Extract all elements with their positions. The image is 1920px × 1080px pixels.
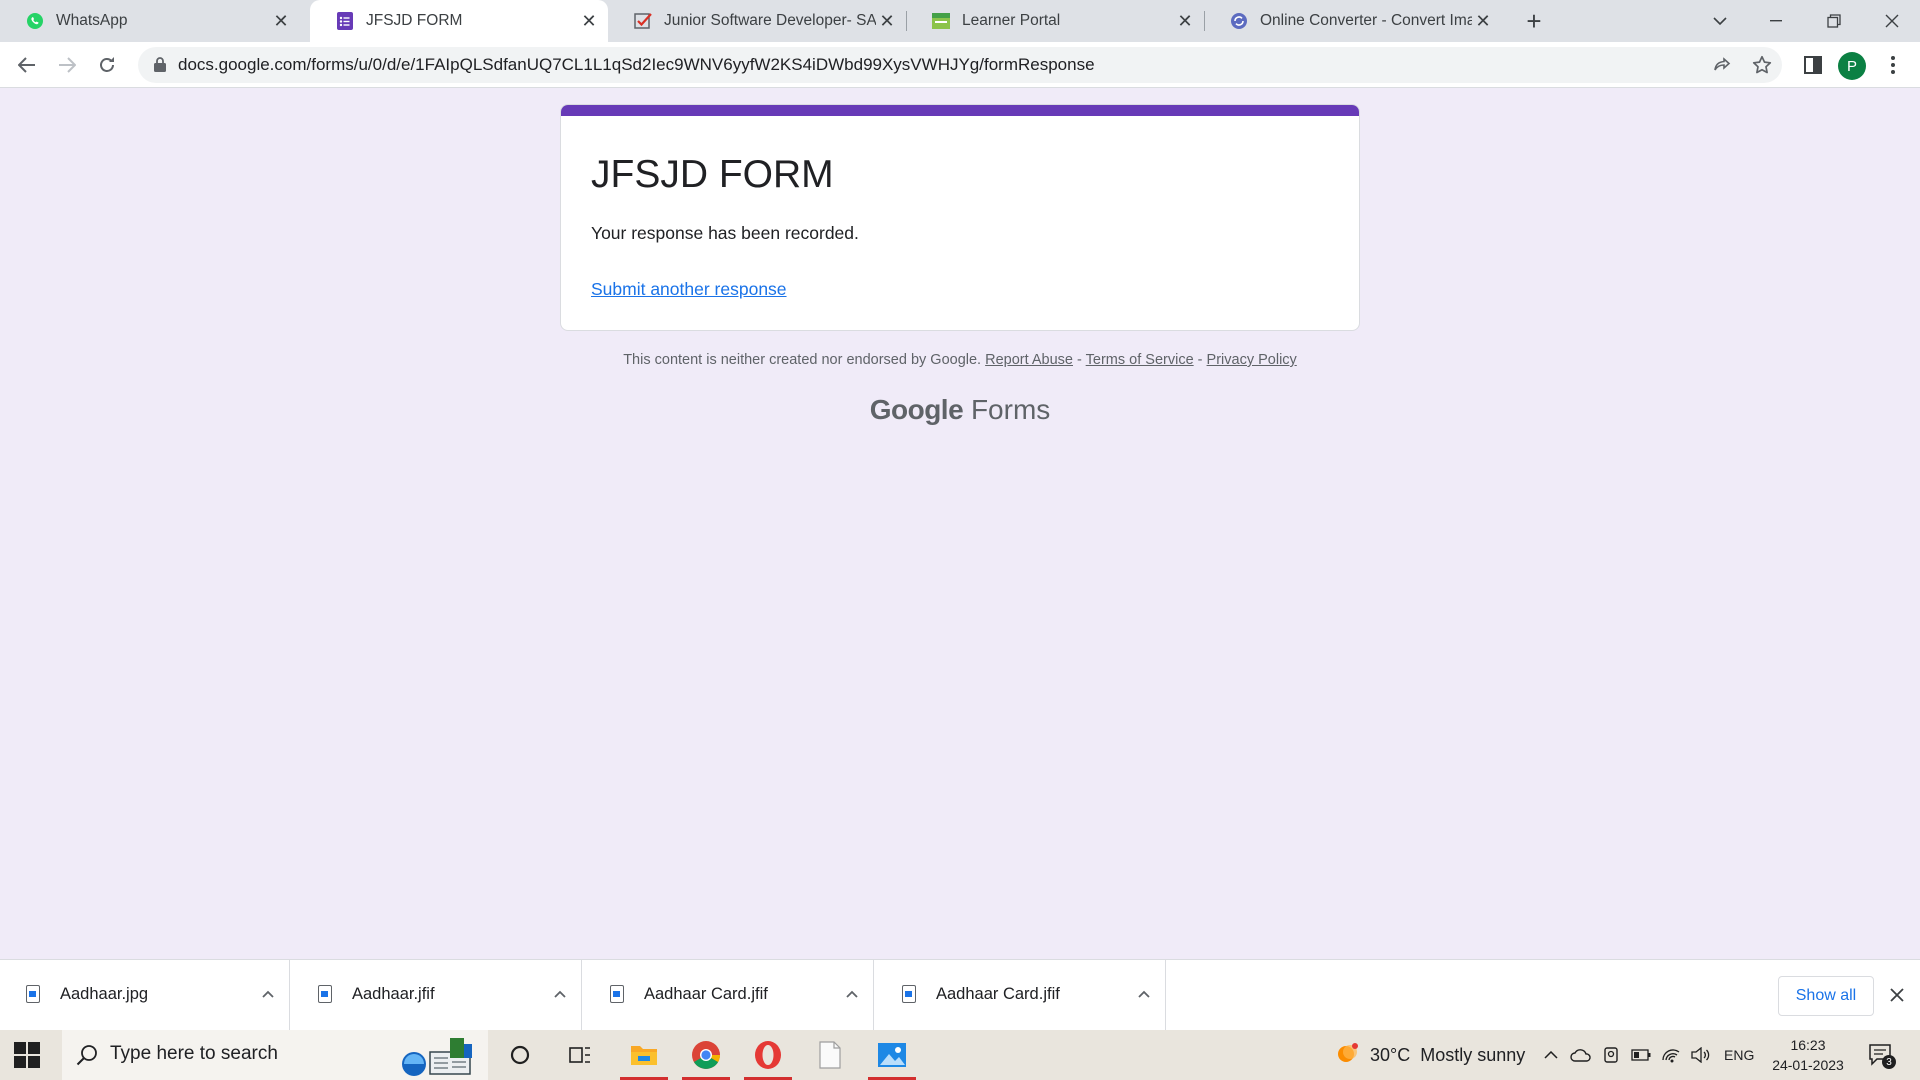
footer-separator: - xyxy=(1197,352,1203,368)
form-confirmation-card: JFSJD FORM Your response has been record… xyxy=(560,104,1360,331)
url-text[interactable]: docs.google.com/forms/u/0/d/e/1FAIpQLSdf… xyxy=(178,55,1095,75)
blank-document-icon[interactable] xyxy=(800,1030,860,1080)
reload-icon[interactable] xyxy=(92,50,122,80)
onedrive-cloud-icon[interactable] xyxy=(1570,1044,1592,1066)
share-icon[interactable] xyxy=(1710,53,1734,77)
image-file-icon xyxy=(902,985,916,1003)
tab-title: Learner Portal xyxy=(962,12,1061,29)
profile-avatar[interactable]: P xyxy=(1838,52,1866,80)
tab-title: WhatsApp xyxy=(56,12,128,29)
clock-date: 24-01-2023 xyxy=(1772,1057,1844,1073)
close-icon[interactable] xyxy=(1884,982,1910,1008)
download-item[interactable]: Aadhaar.jfif xyxy=(292,960,582,1031)
download-filename: Aadhaar Card.jfif xyxy=(936,985,1060,1003)
tab-online-converter[interactable]: Online Converter - Convert Imag ✕ xyxy=(1204,0,1502,42)
tab-strip: WhatsApp ✕ JFSJD FORM ✕ Junior Software … xyxy=(0,0,1920,42)
disclaimer-text: This content is neither created nor endo… xyxy=(623,352,982,368)
file-explorer-icon[interactable] xyxy=(614,1030,674,1080)
opera-icon[interactable] xyxy=(738,1030,798,1080)
windows-start-icon[interactable] xyxy=(14,1042,40,1068)
brand-forms: Forms xyxy=(970,394,1051,425)
forward-arrow-icon[interactable] xyxy=(52,50,82,80)
converter-icon xyxy=(1230,12,1248,30)
brand-google: Google xyxy=(869,394,964,425)
clock-time: 16:23 xyxy=(1790,1037,1826,1053)
address-bar[interactable]: docs.google.com/forms/u/0/d/e/1FAIpQLSdf… xyxy=(138,47,1782,83)
search-placeholder: Type here to search xyxy=(110,1043,278,1064)
download-shelf: Aadhaar.jpg Aadhaar.jfif Aadhaar Card.jf… xyxy=(0,959,1920,1031)
google-forms-icon xyxy=(336,12,354,30)
close-icon[interactable]: ✕ xyxy=(876,10,898,32)
chevron-up-icon[interactable] xyxy=(1540,1044,1562,1066)
tab-search-chevron-down-icon[interactable] xyxy=(1692,0,1748,42)
photos-icon[interactable] xyxy=(862,1030,922,1080)
wifi-icon[interactable] xyxy=(1660,1044,1682,1066)
weather-text[interactable]: 30°C Mostly sunny xyxy=(1370,1030,1525,1080)
download-filename: Aadhaar.jfif xyxy=(352,985,435,1003)
download-filename: Aadhaar Card.jfif xyxy=(644,985,768,1003)
new-tab-plus-icon[interactable]: + xyxy=(1520,6,1548,36)
notification-center-icon[interactable]: 3 xyxy=(1868,1043,1896,1069)
meet-now-icon[interactable] xyxy=(1600,1044,1622,1066)
search-icon xyxy=(76,1044,98,1071)
terms-of-service-link[interactable]: Terms of Service xyxy=(1086,352,1194,368)
tab-junior-software-developer[interactable]: Junior Software Developer- SAT ✕ xyxy=(608,0,906,42)
image-file-icon xyxy=(610,985,624,1003)
whatsapp-icon xyxy=(26,12,44,30)
download-filename: Aadhaar.jpg xyxy=(60,985,149,1003)
restore-icon[interactable] xyxy=(1806,0,1862,42)
weather-sun-icon[interactable] xyxy=(1332,1043,1360,1066)
image-file-icon xyxy=(26,985,40,1003)
footer-separator: - xyxy=(1077,352,1082,368)
task-view-icon[interactable] xyxy=(550,1030,610,1080)
tab-title: JFSJD FORM xyxy=(366,12,463,29)
taskbar-clock[interactable]: 16:23 24-01-2023 xyxy=(1764,1035,1852,1075)
image-file-icon xyxy=(318,985,332,1003)
close-icon[interactable]: ✕ xyxy=(1472,10,1494,32)
more-menu-icon[interactable] xyxy=(1880,52,1906,78)
form-header-bar xyxy=(561,105,1359,116)
portal-icon xyxy=(932,12,950,30)
tab-learner-portal[interactable]: Learner Portal ✕ xyxy=(906,0,1204,42)
chevron-up-icon[interactable] xyxy=(1132,982,1156,1006)
chrome-icon[interactable] xyxy=(676,1030,736,1080)
chevron-up-icon[interactable] xyxy=(840,982,864,1006)
bookmark-star-icon[interactable] xyxy=(1750,53,1774,77)
window-close-icon[interactable] xyxy=(1864,0,1920,42)
side-panel-icon[interactable] xyxy=(1800,52,1826,78)
close-icon[interactable]: ✕ xyxy=(1174,10,1196,32)
tab-jfsjd-form[interactable]: JFSJD FORM ✕ xyxy=(310,0,608,42)
notification-count-badge: 3 xyxy=(1882,1055,1896,1069)
close-icon[interactable]: ✕ xyxy=(270,10,292,32)
response-recorded-message: Your response has been recorded. xyxy=(591,223,859,243)
show-all-downloads-button[interactable]: Show all xyxy=(1778,976,1874,1016)
tab-title: Junior Software Developer- SAT xyxy=(664,12,876,29)
chevron-up-icon[interactable] xyxy=(256,982,280,1006)
close-icon[interactable]: ✕ xyxy=(578,10,600,32)
report-abuse-link[interactable]: Report Abuse xyxy=(985,352,1073,368)
google-forms-logo[interactable]: Google Forms xyxy=(560,394,1360,426)
lock-icon[interactable] xyxy=(154,57,166,77)
privacy-policy-link[interactable]: Privacy Policy xyxy=(1207,352,1297,368)
windows-taskbar: Type here to search 30°C Mostly sunny EN… xyxy=(0,1030,1920,1080)
cortana-icon[interactable] xyxy=(490,1030,550,1080)
checkmark-icon xyxy=(634,12,652,30)
download-item[interactable]: Aadhaar Card.jfif xyxy=(876,960,1166,1031)
submit-another-response-link[interactable]: Submit another response xyxy=(591,279,787,300)
search-highlight-illustration xyxy=(392,1034,488,1078)
browser-toolbar: docs.google.com/forms/u/0/d/e/1FAIpQLSdf… xyxy=(0,42,1920,88)
back-arrow-icon[interactable] xyxy=(12,50,42,80)
volume-icon[interactable] xyxy=(1690,1044,1712,1066)
footer-disclaimer: This content is neither created nor endo… xyxy=(560,352,1360,368)
battery-icon[interactable] xyxy=(1630,1044,1652,1066)
tab-title: Online Converter - Convert Imag xyxy=(1260,12,1472,29)
download-item[interactable]: Aadhaar.jpg xyxy=(0,960,290,1031)
minimize-icon[interactable] xyxy=(1748,0,1804,42)
language-indicator[interactable]: ENG xyxy=(1724,1030,1754,1080)
chevron-up-icon[interactable] xyxy=(548,982,572,1006)
download-item[interactable]: Aadhaar Card.jfif xyxy=(584,960,874,1031)
form-title: JFSJD FORM xyxy=(591,153,834,196)
tab-whatsapp[interactable]: WhatsApp ✕ xyxy=(0,0,300,42)
